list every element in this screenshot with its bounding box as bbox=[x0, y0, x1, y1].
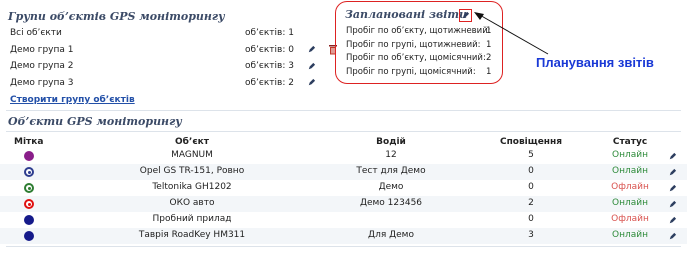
driver-cell: Для Демо bbox=[368, 230, 414, 240]
alerts-cell: 0 bbox=[528, 182, 534, 192]
object-name-cell: MAGNUM bbox=[171, 150, 213, 160]
edit-group-pencil-icon[interactable] bbox=[305, 60, 317, 72]
status-cell: Онлайн bbox=[612, 166, 648, 176]
table-row[interactable]: Таврія RoadKey HM311 Для Демо 3 Онлайн bbox=[0, 228, 687, 244]
red-ring-icon bbox=[24, 199, 34, 209]
group-name[interactable]: Всі об’єкти bbox=[10, 28, 62, 38]
alerts-cell: 5 bbox=[528, 150, 534, 160]
object-name-cell: Таврія RoadKey HM311 bbox=[138, 230, 246, 240]
group-count: об’єктів: 0 bbox=[245, 44, 294, 55]
section-divider bbox=[6, 110, 681, 111]
table-row[interactable]: Пробний прилад 0 Офлайн bbox=[0, 212, 687, 228]
edit-group-pencil-icon[interactable] bbox=[305, 77, 317, 89]
table-bottom-divider bbox=[6, 246, 681, 247]
alerts-cell: 2 bbox=[528, 198, 534, 208]
alerts-cell: 0 bbox=[528, 166, 534, 176]
table-row[interactable]: Teltonika GH1202 Демо 0 Офлайн bbox=[0, 180, 687, 196]
object-name-cell: Opel GS TR-151, Ровно bbox=[139, 166, 245, 176]
edit-object-pencil-icon[interactable] bbox=[666, 150, 678, 162]
table-row[interactable]: ОКО авто Демо 123456 2 Онлайн bbox=[0, 196, 687, 212]
blue-ring-icon bbox=[24, 167, 34, 177]
column-header-alerts: Сповіщення bbox=[499, 137, 563, 147]
scheduled-report-count: 1 bbox=[486, 66, 492, 77]
group-name[interactable]: Демо група 1 bbox=[10, 45, 73, 55]
alerts-cell: 3 bbox=[528, 230, 534, 240]
table-row[interactable]: MAGNUM 12 5 Онлайн bbox=[0, 148, 687, 164]
scheduled-reports-title: Заплановані звіти bbox=[345, 8, 468, 21]
driver-cell: 12 bbox=[385, 150, 397, 160]
edit-object-pencil-icon[interactable] bbox=[666, 214, 678, 226]
alerts-cell: 0 bbox=[528, 214, 534, 224]
callout-label: Планування звітів bbox=[536, 55, 654, 70]
driver-cell: Демо bbox=[378, 182, 404, 192]
status-cell: Офлайн bbox=[611, 182, 649, 192]
object-name-cell: Пробний прилад bbox=[152, 214, 232, 224]
status-cell: Офлайн bbox=[611, 214, 649, 224]
column-header-status: Статус bbox=[612, 137, 648, 147]
objects-section-title: Об’єкти GPS моніторингу bbox=[8, 115, 182, 128]
table-row[interactable]: Opel GS TR-151, Ровно Тест для Демо 0 Онлай… bbox=[0, 164, 687, 180]
header-divider bbox=[6, 131, 681, 132]
status-cell: Онлайн bbox=[612, 230, 648, 240]
scheduled-report-label[interactable]: Пробіг по групі, щомісячний: bbox=[346, 67, 476, 77]
purple-dot-icon bbox=[24, 151, 34, 161]
navy-dot-icon bbox=[24, 231, 34, 241]
column-header-driver: Водій bbox=[376, 137, 406, 147]
driver-cell: Демо 123456 bbox=[359, 198, 423, 208]
object-name-cell: Teltonika GH1202 bbox=[152, 182, 232, 192]
navy-dot-icon bbox=[24, 215, 34, 225]
group-count: об’єктів: 3 bbox=[245, 61, 294, 71]
group-count: об’єктів: 2 bbox=[245, 77, 294, 88]
group-name[interactable]: Демо група 2 bbox=[10, 61, 73, 71]
green-ring-icon bbox=[24, 183, 34, 193]
status-cell: Онлайн bbox=[612, 150, 648, 160]
groups-section-title: Групи об’єктів GPS моніторингу bbox=[8, 10, 225, 23]
group-name[interactable]: Демо група 3 bbox=[10, 78, 73, 88]
group-count: об’єктів: 1 bbox=[245, 28, 294, 38]
edit-object-pencil-icon[interactable] bbox=[666, 182, 678, 194]
scheduled-report-label[interactable]: Пробіг по об’єкту, щомісячний: bbox=[346, 53, 486, 63]
column-header-marker: Мітка bbox=[14, 137, 44, 147]
object-name-cell: ОКО авто bbox=[169, 198, 215, 208]
scheduled-report-label[interactable]: Пробіг по групі, щотижневий: bbox=[346, 40, 480, 50]
create-group-link[interactable]: Створити групу об’єктів bbox=[10, 95, 135, 105]
scheduled-report-label[interactable]: Пробіг по об’єкту, щотижневий: bbox=[346, 26, 491, 36]
driver-cell: Тест для Демо bbox=[356, 166, 426, 176]
edit-object-pencil-icon[interactable] bbox=[666, 230, 678, 242]
edit-group-pencil-icon[interactable] bbox=[305, 44, 317, 56]
status-cell: Онлайн bbox=[612, 198, 648, 208]
callout-arrow bbox=[474, 12, 549, 55]
edit-object-pencil-icon[interactable] bbox=[666, 198, 678, 210]
column-header-object: Об’єкт bbox=[174, 137, 210, 147]
edit-object-pencil-icon[interactable] bbox=[666, 166, 678, 178]
